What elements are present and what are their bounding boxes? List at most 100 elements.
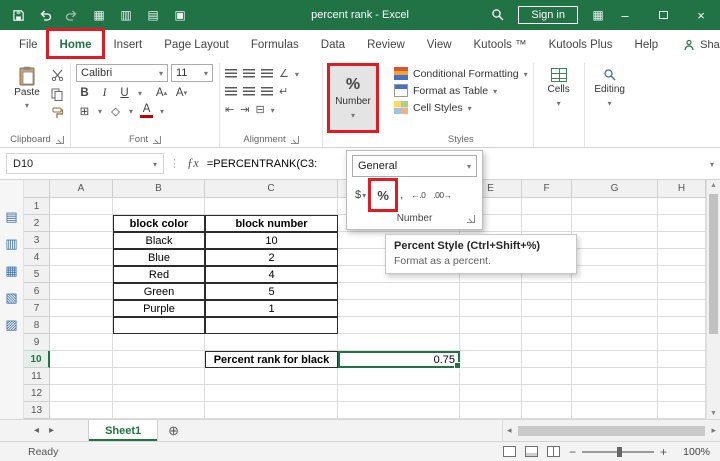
editing-button[interactable]: Editing [590, 64, 630, 109]
column-header-F[interactable]: F [522, 180, 572, 198]
paste-button[interactable]: Paste [9, 64, 45, 120]
cell-F12[interactable] [522, 385, 572, 402]
tab-kutools[interactable]: Kutools ™ [463, 30, 538, 60]
rail-icon-4[interactable]: ▧ [5, 291, 17, 304]
row-header-11[interactable]: 11 [24, 368, 50, 385]
tab-kutools-plus[interactable]: Kutools Plus [538, 30, 624, 60]
tab-insert[interactable]: Insert [102, 30, 153, 60]
page-break-view-button[interactable] [547, 446, 560, 457]
tab-data[interactable]: Data [310, 30, 356, 60]
horizontal-scrollbar[interactable]: ◂ ▸ [502, 420, 720, 441]
borders-chevron-icon[interactable] [98, 105, 102, 117]
cell-G9[interactable] [572, 334, 658, 351]
cell-C11[interactable] [205, 368, 338, 385]
tab-page-layout[interactable]: Page Layout [153, 30, 240, 60]
cell-styles-button[interactable]: Cell Styles [394, 101, 528, 114]
row-header-2[interactable]: 2 [24, 215, 50, 232]
align-left-icon[interactable] [225, 87, 237, 96]
align-right-icon[interactable] [261, 87, 273, 96]
font-size-select[interactable]: 11 [171, 64, 213, 82]
cell-C12[interactable] [205, 385, 338, 402]
tab-review[interactable]: Review [356, 30, 416, 60]
merge-center-icon[interactable]: ⊟ [255, 103, 264, 116]
sheet-tab-sheet1[interactable]: Sheet1 [88, 420, 158, 441]
search-icon[interactable] [490, 7, 506, 23]
redo-icon[interactable] [64, 7, 80, 23]
cell-G6[interactable] [572, 283, 658, 300]
undo-icon[interactable] [37, 7, 53, 23]
scroll-down-icon[interactable]: ▼ [707, 410, 720, 417]
row-header-9[interactable]: 9 [24, 334, 50, 351]
cell-F10[interactable] [522, 351, 572, 368]
cell-F1[interactable] [522, 198, 572, 215]
cell-B6[interactable]: Green [113, 283, 205, 300]
quick-access-icon-1[interactable]: ▦ [91, 7, 107, 23]
format-as-table-button[interactable]: Format as Table [394, 84, 528, 97]
tab-formulas[interactable]: Formulas [240, 30, 310, 60]
cut-button[interactable] [49, 68, 65, 82]
cell-H7[interactable] [658, 300, 706, 317]
decrease-decimal-button[interactable]: .00→ [431, 182, 453, 208]
cell-F9[interactable] [522, 334, 572, 351]
cell-B3[interactable]: Black [113, 232, 205, 249]
cell-C2[interactable]: block number [205, 215, 338, 232]
align-center-icon[interactable] [243, 87, 255, 96]
column-header-B[interactable]: B [113, 180, 205, 198]
cell-B4[interactable]: Blue [113, 249, 205, 266]
cell-B1[interactable] [113, 198, 205, 215]
tab-view[interactable]: View [416, 30, 463, 60]
zoom-slider-thumb[interactable] [617, 447, 622, 457]
cell-G4[interactable] [572, 249, 658, 266]
cell-F2[interactable] [522, 215, 572, 232]
cell-C8[interactable] [205, 317, 338, 334]
cell-G1[interactable] [572, 198, 658, 215]
cell-E6[interactable] [460, 283, 522, 300]
cell-C10[interactable]: Percent rank for black [205, 351, 338, 368]
cell-C3[interactable]: 10 [205, 232, 338, 249]
cell-B7[interactable]: Purple [113, 300, 205, 317]
save-icon[interactable] [10, 7, 26, 23]
borders-button[interactable]: ⊞ [78, 103, 91, 118]
percent-style-button[interactable]: % [372, 182, 394, 208]
cell-H3[interactable] [658, 232, 706, 249]
close-button[interactable]: × [682, 0, 720, 30]
cell-D6[interactable] [338, 283, 460, 300]
increase-indent-icon[interactable]: ⇥ [240, 103, 249, 116]
alignment-dialog-launcher[interactable] [291, 136, 299, 144]
scroll-left-icon[interactable]: ◂ [503, 425, 516, 436]
cell-G7[interactable] [572, 300, 658, 317]
horizontal-scroll-thumb[interactable] [518, 426, 706, 436]
number-format-select[interactable]: General [352, 155, 477, 177]
cell-A5[interactable] [50, 266, 113, 283]
font-color-chevron-icon[interactable] [160, 105, 164, 117]
column-header-H[interactable]: H [658, 180, 706, 198]
cell-B12[interactable] [113, 385, 205, 402]
font-name-select[interactable]: Calibri [76, 64, 168, 82]
cell-C9[interactable] [205, 334, 338, 351]
cell-H9[interactable] [658, 334, 706, 351]
cell-A7[interactable] [50, 300, 113, 317]
cell-A11[interactable] [50, 368, 113, 385]
fill-color-button[interactable]: ◇ [109, 103, 122, 118]
cell-E7[interactable] [460, 300, 522, 317]
cell-B11[interactable] [113, 368, 205, 385]
cell-H2[interactable] [658, 215, 706, 232]
tab-home[interactable]: Home [49, 30, 103, 60]
select-all-corner[interactable] [24, 180, 50, 198]
zoom-out-button[interactable]: − [569, 445, 576, 459]
cell-H12[interactable] [658, 385, 706, 402]
cell-E11[interactable] [460, 368, 522, 385]
cells-button[interactable]: Cells [539, 64, 579, 109]
cell-E13[interactable] [460, 402, 522, 419]
vertical-scroll-thumb[interactable] [709, 194, 718, 334]
decrease-font-size-button[interactable]: A [175, 85, 188, 100]
cell-A6[interactable] [50, 283, 113, 300]
minimize-button[interactable]: – [606, 0, 644, 30]
align-bottom-icon[interactable] [261, 69, 273, 78]
cell-G11[interactable] [572, 368, 658, 385]
sheet-prev-icon[interactable]: ◂ [34, 425, 39, 436]
cell-C1[interactable] [205, 198, 338, 215]
tab-file[interactable]: File [8, 30, 49, 60]
clipboard-dialog-launcher[interactable] [56, 136, 64, 144]
cell-A3[interactable] [50, 232, 113, 249]
